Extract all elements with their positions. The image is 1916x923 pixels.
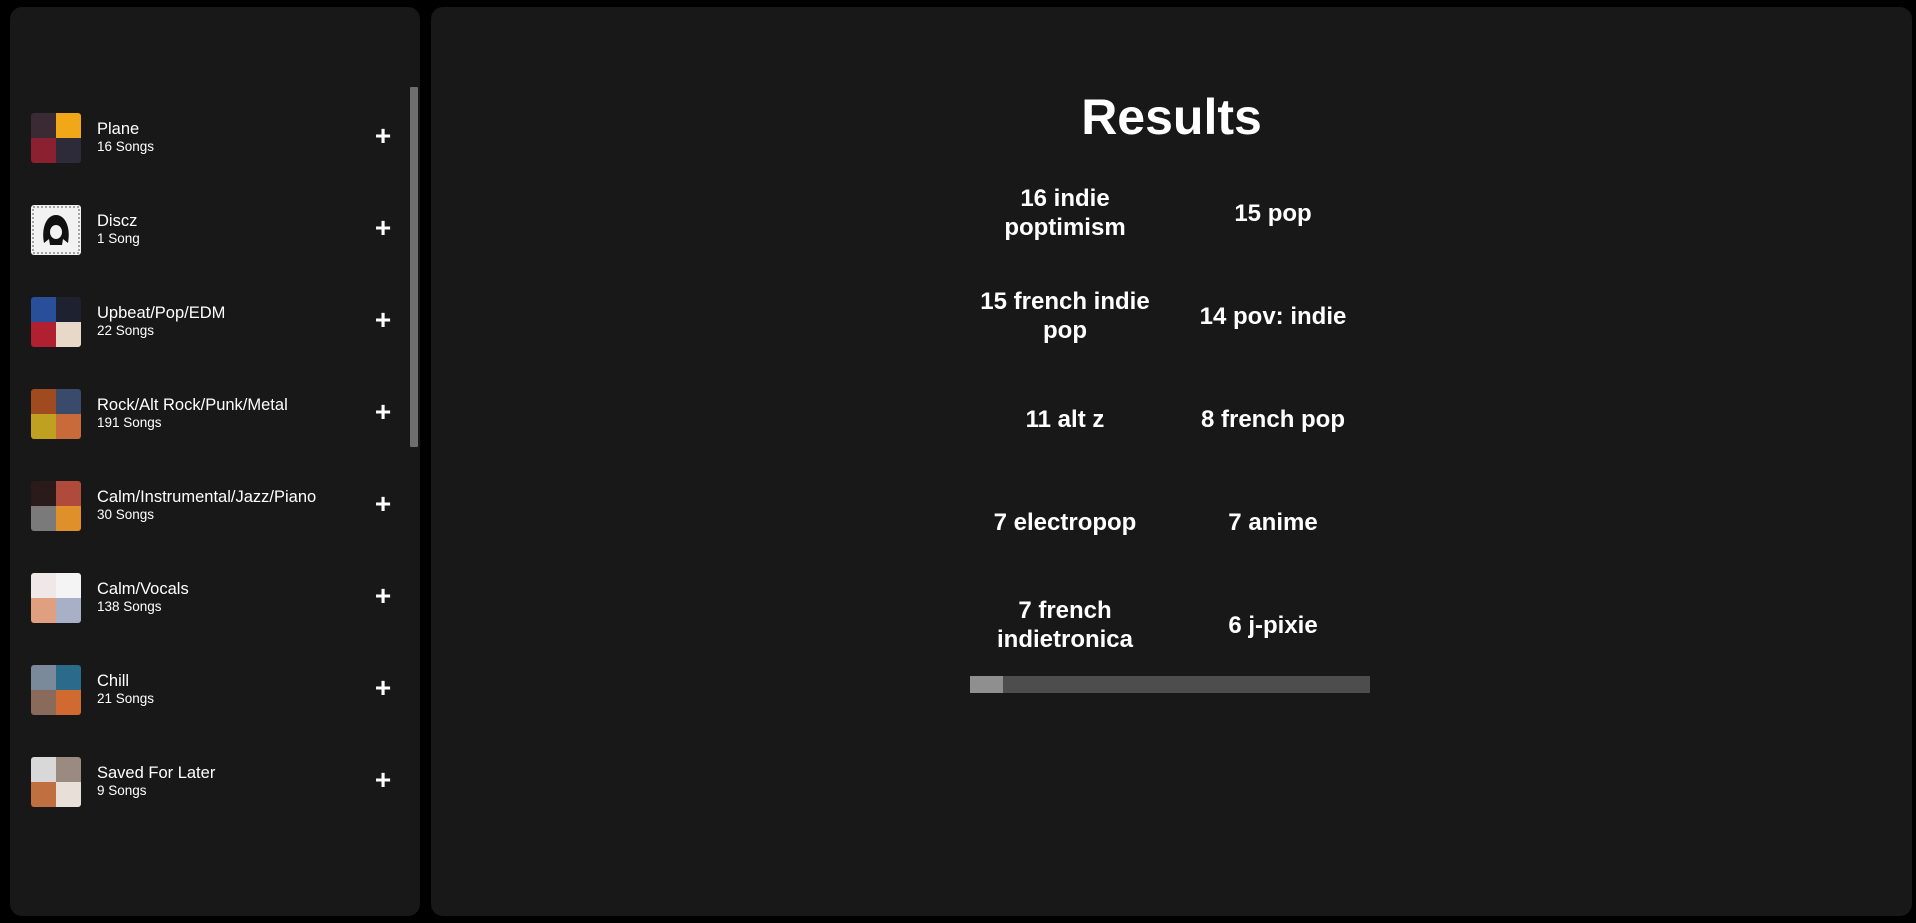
- genre-result: 7 anime: [1228, 508, 1318, 536]
- add-to-playlist-button[interactable]: +: [370, 674, 396, 702]
- playlist-cover: [31, 389, 81, 439]
- playlist-song-count: 30 Songs: [97, 507, 155, 522]
- playlist-song-count: 9 Songs: [97, 783, 147, 798]
- playlist-cover: [31, 113, 81, 163]
- playlist-cover: [31, 481, 81, 531]
- playlist-item[interactable]: Discz 1 Song +: [10, 187, 410, 279]
- add-to-playlist-button[interactable]: +: [370, 398, 396, 426]
- results-panel: Results 16 indie poptimism 15 pop 15 frenc…: [431, 7, 1912, 916]
- genre-result: 16 indie poptimism: [1004, 185, 1126, 241]
- playlist-sidebar: Plane 16 Songs + Discz 1 Song + Upbeat/Pop/EDM…: [10, 7, 420, 916]
- playlist-name: Chill: [97, 672, 130, 690]
- add-to-playlist-button[interactable]: +: [370, 214, 396, 242]
- genre-result: 7 electropop: [993, 508, 1137, 536]
- playlist-song-count: 191 Songs: [97, 415, 162, 430]
- playlist-item[interactable]: Chill 21 Songs +: [10, 647, 410, 739]
- playlist-item[interactable]: Calm/Instrumental/Jazz/Piano 30 Songs +: [10, 463, 410, 555]
- playlist-name: Plane: [97, 120, 140, 138]
- playlist-text: Saved For Later 9 Songs: [97, 763, 215, 799]
- scrollbar-thumb[interactable]: [970, 676, 1003, 693]
- genre-result: 7 french indietronica: [996, 597, 1134, 653]
- playlist-text: Chill 21 Songs: [97, 671, 154, 707]
- genre-result: 14 pov: indie: [1199, 302, 1347, 330]
- add-to-playlist-button[interactable]: +: [370, 490, 396, 518]
- playlist-item[interactable]: Plane 16 Songs +: [10, 95, 410, 187]
- playlist-item[interactable]: Rock/Alt Rock/Punk/Metal 191 Songs +: [10, 371, 410, 463]
- playlist-song-count: 22 Songs: [97, 323, 155, 338]
- playlist-text: Calm/Vocals 138 Songs: [97, 579, 189, 615]
- genre-result: 15 pop: [1234, 199, 1312, 227]
- playlist-song-count: 1 Song: [97, 231, 140, 246]
- playlist-name: Discz: [97, 212, 138, 230]
- playlist-cover: [31, 297, 81, 347]
- genre-result: 11 alt z: [1025, 405, 1105, 433]
- genre-result: 6 j-pixie: [1228, 611, 1318, 639]
- playlist-item[interactable]: Saved For Later 9 Songs +: [10, 739, 410, 831]
- playlist-text: Plane 16 Songs: [97, 119, 154, 155]
- playlist-item[interactable]: Upbeat/Pop/EDM 22 Songs +: [10, 279, 410, 371]
- playlist-name: Calm/Instrumental/Jazz/Piano: [97, 488, 317, 506]
- add-to-playlist-button[interactable]: +: [370, 582, 396, 610]
- results-horizontal-scrollbar[interactable]: [970, 676, 1370, 693]
- page-title: Results: [1081, 89, 1262, 145]
- playlist-name: Saved For Later: [97, 764, 216, 782]
- playlist-list: Plane 16 Songs + Discz 1 Song + Upbeat/Pop/EDM…: [10, 95, 410, 831]
- genre-result: 8 french pop: [1200, 405, 1345, 433]
- playlist-text: Upbeat/Pop/EDM 22 Songs: [97, 303, 225, 339]
- playlist-name: Calm/Vocals: [97, 580, 189, 598]
- playlist-cover: [31, 573, 81, 623]
- playlist-text: Calm/Instrumental/Jazz/Piano 30 Songs: [97, 487, 316, 523]
- genre-result: 15 french indie pop: [980, 288, 1150, 344]
- sidebar-scrollbar[interactable]: [410, 87, 418, 447]
- app: Plane 16 Songs + Discz 1 Song + Upbeat/Pop/EDM…: [0, 0, 1916, 923]
- add-to-playlist-button[interactable]: +: [370, 122, 396, 150]
- playlist-song-count: 16 Songs: [97, 139, 155, 154]
- playlist-song-count: 21 Songs: [97, 691, 155, 706]
- playlist-cover: [31, 665, 81, 715]
- playlist-item[interactable]: Calm/Vocals 138 Songs +: [10, 555, 410, 647]
- add-to-playlist-button[interactable]: +: [370, 766, 396, 794]
- playlist-text: Discz 1 Song: [97, 211, 140, 247]
- playlist-cover: [31, 757, 81, 807]
- playlist-name: Upbeat/Pop/EDM: [97, 304, 226, 322]
- playlist-cover: [31, 205, 81, 255]
- playlist-text: Rock/Alt Rock/Punk/Metal 191 Songs: [97, 395, 288, 431]
- playlist-song-count: 138 Songs: [97, 599, 162, 614]
- add-to-playlist-button[interactable]: +: [370, 306, 396, 334]
- playlist-name: Rock/Alt Rock/Punk/Metal: [97, 396, 288, 414]
